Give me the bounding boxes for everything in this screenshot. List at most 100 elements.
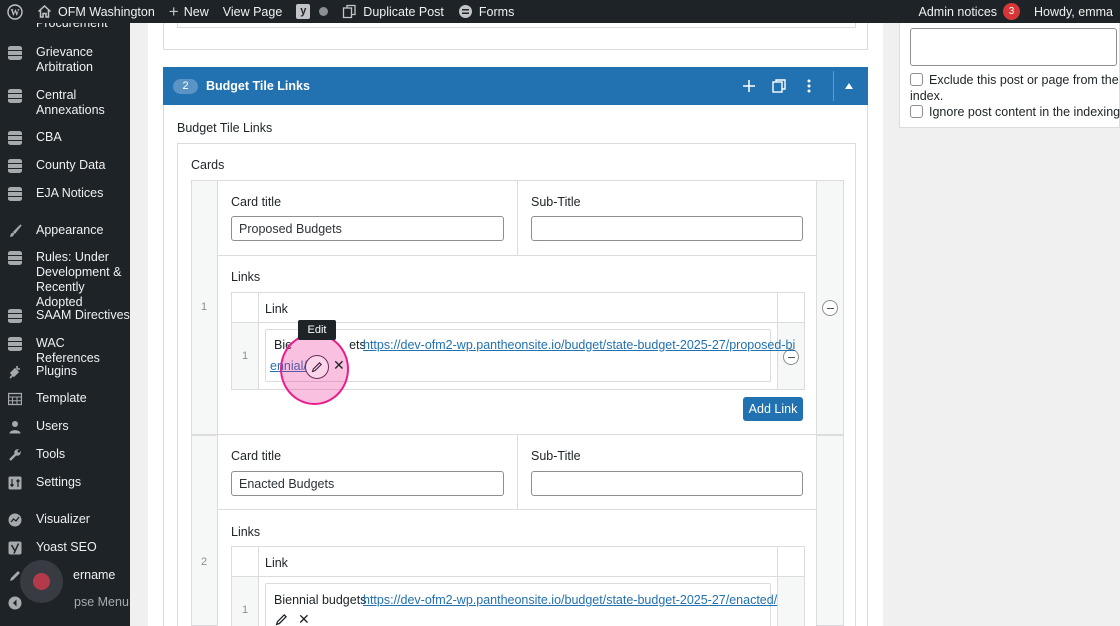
card-2-title-input[interactable]: Enacted Budgets — [231, 471, 504, 496]
add-layout-plus-icon[interactable] — [740, 77, 758, 95]
card-2-links-label: Links — [231, 525, 261, 539]
sidebar-item-yoast-seo[interactable]: Yoast SEO — [0, 540, 130, 555]
duplicate-layout-icon[interactable] — [770, 77, 788, 95]
forms-label: Forms — [478, 4, 515, 19]
sidebar-item-users[interactable]: Users — [0, 419, 130, 434]
card-1-title-label: Card title — [231, 195, 282, 209]
card-2-subtitle-input[interactable] — [531, 471, 803, 496]
sidebar-item-label: County Data — [36, 158, 106, 172]
sidebar-item-plugins[interactable]: Plugins — [0, 364, 130, 379]
sidebar-item-template[interactable]: Template — [0, 391, 130, 406]
card-1-link-row-number: 1 — [242, 350, 249, 362]
database-icon — [8, 89, 22, 103]
template-grid-icon — [7, 392, 23, 406]
card-1-link-url-line1[interactable]: https://dev-ofm2-wp.pantheonsite.io/budg… — [363, 338, 795, 352]
database-icon — [8, 251, 22, 265]
new-content-menu[interactable]: + New — [162, 0, 216, 23]
sidebar-item-county-data[interactable]: County Data — [0, 158, 130, 173]
sidebar-item-cba[interactable]: CBA — [0, 130, 130, 145]
sidebar-item-label: Rules: Under Development & Recently Adop… — [36, 250, 122, 309]
card-2-title-label: Card title — [231, 449, 282, 463]
yoast-icon — [8, 541, 22, 555]
sidebar-item-settings[interactable]: Settings — [0, 475, 130, 490]
card-1-links-label: Links — [231, 270, 261, 284]
ignore-post-content-checkbox[interactable] — [910, 105, 923, 118]
card-2-link-column-header: Link — [265, 556, 288, 570]
edit-link-pencil-icon[interactable] — [305, 355, 329, 379]
sidebar-item-eja-notices[interactable]: EJA Notices — [0, 186, 130, 201]
home-icon — [37, 4, 52, 19]
add-link-button[interactable]: Add Link — [743, 397, 803, 421]
card-2-links-left-divider — [258, 546, 259, 576]
duplicate-post-menu[interactable]: Duplicate Post — [335, 0, 451, 23]
remove-link-x-icon[interactable]: ✕ — [333, 358, 345, 372]
cards-field-label: Cards — [191, 158, 225, 172]
card-2-edit-link-pencil-icon[interactable] — [275, 613, 288, 626]
sidebar-item-label: Yoast SEO — [36, 540, 97, 554]
yoast-menu[interactable]: y — [289, 0, 335, 23]
exclude-from-index-label: Exclude this post or page from the — [929, 72, 1119, 88]
collapse-caret-up-icon[interactable] — [840, 77, 858, 95]
card-1-link-column-header: Link — [265, 302, 288, 316]
sidebar-item-central-annexations[interactable]: Central Annexations — [0, 88, 130, 118]
sidebar-item-tools[interactable]: Tools — [0, 447, 130, 462]
duplicate-post-label: Duplicate Post — [363, 4, 444, 19]
remove-card-1-minus-icon[interactable] — [822, 300, 838, 316]
card-2-links-right-divider — [777, 546, 778, 576]
exclude-from-index-label-wrap: index. — [910, 89, 944, 103]
account-menu[interactable]: Howdy, emma — [1027, 0, 1120, 23]
card-1-subtitle-input[interactable] — [531, 216, 803, 241]
flexible-layout-header[interactable]: 2 Budget Tile Links — [163, 67, 868, 105]
card-2-row-number: 2 — [201, 556, 208, 568]
admin-notices-menu[interactable]: Admin notices 3 — [912, 0, 1028, 23]
card-1-row-number: 1 — [201, 301, 208, 313]
sidebar-item-label: Users — [36, 419, 69, 433]
sidebar-item-appearance[interactable]: Appearance — [0, 223, 130, 238]
sidebar-item-label: CBA — [36, 130, 62, 144]
card-2-subtitle-label: Sub-Title — [531, 449, 581, 463]
sidebar-item-grievance-arbitration[interactable]: Grievance Arbitration — [0, 45, 130, 75]
forms-icon — [458, 4, 473, 19]
sidebar-item-visualizer[interactable]: Visualizer — [0, 512, 130, 527]
card-2-links-header-divider — [231, 576, 805, 577]
wordpress-logo-icon[interactable]: W — [0, 0, 30, 23]
site-name-menu[interactable]: OFM Washington — [30, 0, 162, 23]
sidebar-item-label: EJA Notices — [36, 186, 104, 200]
svg-text:W: W — [11, 7, 20, 17]
sidebar-item-label: Settings — [36, 475, 82, 489]
admin-bar: W OFM Washington + New View Page y Dupli… — [0, 0, 1120, 23]
card-2-remove-link-x-icon[interactable]: ✕ — [298, 612, 310, 626]
layout-order-number: 2 — [173, 78, 198, 94]
layout-title: Budget Tile Links — [206, 79, 310, 93]
duplicate-icon — [342, 4, 357, 19]
search-settings-textarea[interactable] — [910, 28, 1117, 66]
notices-count-badge: 3 — [1003, 3, 1021, 20]
card-2-remove-column — [816, 435, 844, 626]
sidebar-item-procurement[interactable]: Procurement — [0, 23, 130, 31]
more-options-kebab-icon[interactable] — [800, 77, 818, 95]
card-2-link-url[interactable]: https://dev-ofm2-wp.pantheonsite.io/budg… — [363, 593, 777, 607]
collapse-menu-button[interactable]: pse Menu — [0, 595, 130, 610]
exclude-from-index-checkbox[interactable] — [910, 73, 923, 86]
site-name: OFM Washington — [58, 4, 155, 19]
sidebar-item-label: Grievance Arbitration — [36, 45, 93, 74]
card-2-order-column[interactable] — [191, 435, 218, 626]
database-icon — [8, 337, 22, 351]
sidebar-item-wac-references[interactable]: WAC References — [0, 336, 130, 366]
status-dot-icon — [319, 7, 329, 16]
sidebar-item-rules[interactable]: Rules: Under Development & Recently Adop… — [0, 250, 130, 310]
view-page-link[interactable]: View Page — [216, 0, 290, 23]
ignore-post-content-label: Ignore post content in the indexing. — [929, 105, 1120, 119]
visualizer-icon — [8, 513, 22, 527]
forms-menu[interactable]: Forms — [451, 0, 521, 23]
admin-notices-label: Admin notices — [918, 4, 998, 19]
sidebar-item-label: Visualizer — [36, 512, 90, 526]
database-icon — [8, 159, 22, 173]
new-label: New — [183, 4, 209, 19]
card-1-links-right-divider — [777, 292, 778, 322]
card-1-field-divider-h — [218, 255, 816, 256]
plus-icon: + — [168, 1, 179, 21]
card-2-link-row-order[interactable] — [231, 576, 259, 626]
sidebar-item-saam-directives[interactable]: SAAM Directives — [0, 308, 130, 323]
card-1-title-input[interactable]: Proposed Budgets — [231, 216, 504, 241]
